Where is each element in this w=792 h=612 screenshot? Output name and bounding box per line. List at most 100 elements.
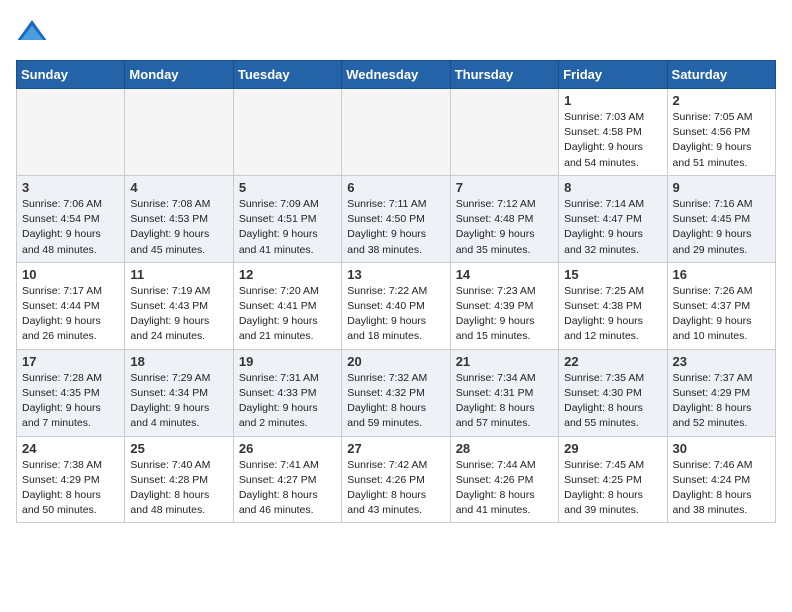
day-cell-22: 22 Sunrise: 7:35 AM Sunset: 4:30 PM Dayli…	[559, 349, 667, 436]
day-header-wednesday: Wednesday	[342, 61, 450, 89]
day-cell-28: 28 Sunrise: 7:44 AM Sunset: 4:26 PM Dayli…	[450, 436, 558, 523]
day-number-12: 12	[239, 267, 336, 282]
day-cell-15: 15 Sunrise: 7:25 AM Sunset: 4:38 PM Dayli…	[559, 262, 667, 349]
day-cell-23: 23 Sunrise: 7:37 AM Sunset: 4:29 PM Dayli…	[667, 349, 775, 436]
day-number-30: 30	[673, 441, 770, 456]
day-cell-27: 27 Sunrise: 7:42 AM Sunset: 4:26 PM Dayli…	[342, 436, 450, 523]
day-cell-5: 5 Sunrise: 7:09 AM Sunset: 4:51 PM Daylig…	[233, 175, 341, 262]
day-info-15: Sunrise: 7:25 AM Sunset: 4:38 PM Dayligh…	[564, 284, 661, 345]
day-cell-25: 25 Sunrise: 7:40 AM Sunset: 4:28 PM Dayli…	[125, 436, 233, 523]
calendar-header-row: SundayMondayTuesdayWednesdayThursdayFrid…	[17, 61, 776, 89]
day-cell-29: 29 Sunrise: 7:45 AM Sunset: 4:25 PM Dayli…	[559, 436, 667, 523]
day-info-13: Sunrise: 7:22 AM Sunset: 4:40 PM Dayligh…	[347, 284, 444, 345]
day-header-sunday: Sunday	[17, 61, 125, 89]
day-cell-12: 12 Sunrise: 7:20 AM Sunset: 4:41 PM Dayli…	[233, 262, 341, 349]
day-info-9: Sunrise: 7:16 AM Sunset: 4:45 PM Dayligh…	[673, 197, 770, 258]
day-info-6: Sunrise: 7:11 AM Sunset: 4:50 PM Dayligh…	[347, 197, 444, 258]
day-number-14: 14	[456, 267, 553, 282]
day-cell-3: 3Sunrise: 7:06 AM Sunset: 4:54 PM Daylig…	[17, 175, 125, 262]
day-number-19: 19	[239, 354, 336, 369]
day-cell-11: 11 Sunrise: 7:19 AM Sunset: 4:43 PM Dayli…	[125, 262, 233, 349]
week-row-5: 24Sunrise: 7:38 AM Sunset: 4:29 PM Dayli…	[17, 436, 776, 523]
day-info-26: Sunrise: 7:41 AM Sunset: 4:27 PM Dayligh…	[239, 458, 336, 519]
day-info-21: Sunrise: 7:34 AM Sunset: 4:31 PM Dayligh…	[456, 371, 553, 432]
day-info-10: Sunrise: 7:17 AM Sunset: 4:44 PM Dayligh…	[22, 284, 119, 345]
logo	[16, 16, 52, 48]
day-info-23: Sunrise: 7:37 AM Sunset: 4:29 PM Dayligh…	[673, 371, 770, 432]
day-cell-30: 30 Sunrise: 7:46 AM Sunset: 4:24 PM Dayli…	[667, 436, 775, 523]
day-header-monday: Monday	[125, 61, 233, 89]
day-info-18: Sunrise: 7:29 AM Sunset: 4:34 PM Dayligh…	[130, 371, 227, 432]
day-cell-18: 18 Sunrise: 7:29 AM Sunset: 4:34 PM Dayli…	[125, 349, 233, 436]
day-number-21: 21	[456, 354, 553, 369]
week-row-1: 1Sunrise: 7:03 AM Sunset: 4:58 PM Daylig…	[17, 89, 776, 176]
day-cell-7: 7 Sunrise: 7:12 AM Sunset: 4:48 PM Daylig…	[450, 175, 558, 262]
day-cell-6: 6 Sunrise: 7:11 AM Sunset: 4:50 PM Daylig…	[342, 175, 450, 262]
day-cell-24: 24Sunrise: 7:38 AM Sunset: 4:29 PM Dayli…	[17, 436, 125, 523]
day-header-tuesday: Tuesday	[233, 61, 341, 89]
day-cell-20: 20Sunrise: 7:32 AM Sunset: 4:32 PM Dayli…	[342, 349, 450, 436]
day-cell-9: 9 Sunrise: 7:16 AM Sunset: 4:45 PM Daylig…	[667, 175, 775, 262]
day-number-5: 5	[239, 180, 336, 195]
day-number-18: 18	[130, 354, 227, 369]
day-header-thursday: Thursday	[450, 61, 558, 89]
day-number-26: 26	[239, 441, 336, 456]
day-info-29: Sunrise: 7:45 AM Sunset: 4:25 PM Dayligh…	[564, 458, 661, 519]
week-row-2: 3Sunrise: 7:06 AM Sunset: 4:54 PM Daylig…	[17, 175, 776, 262]
day-info-12: Sunrise: 7:20 AM Sunset: 4:41 PM Dayligh…	[239, 284, 336, 345]
day-number-29: 29	[564, 441, 661, 456]
day-number-7: 7	[456, 180, 553, 195]
day-info-7: Sunrise: 7:12 AM Sunset: 4:48 PM Dayligh…	[456, 197, 553, 258]
week-row-4: 17Sunrise: 7:28 AM Sunset: 4:35 PM Dayli…	[17, 349, 776, 436]
day-number-15: 15	[564, 267, 661, 282]
day-cell-10: 10 Sunrise: 7:17 AM Sunset: 4:44 PM Dayli…	[17, 262, 125, 349]
day-info-22: Sunrise: 7:35 AM Sunset: 4:30 PM Dayligh…	[564, 371, 661, 432]
day-info-30: Sunrise: 7:46 AM Sunset: 4:24 PM Dayligh…	[673, 458, 770, 519]
empty-cell	[450, 89, 558, 176]
day-cell-21: 21 Sunrise: 7:34 AM Sunset: 4:31 PM Dayli…	[450, 349, 558, 436]
day-info-25: Sunrise: 7:40 AM Sunset: 4:28 PM Dayligh…	[130, 458, 227, 519]
day-info-27: Sunrise: 7:42 AM Sunset: 4:26 PM Dayligh…	[347, 458, 444, 519]
day-number-8: 8	[564, 180, 661, 195]
day-info-16: Sunrise: 7:26 AM Sunset: 4:37 PM Dayligh…	[673, 284, 770, 345]
day-info-3: Sunrise: 7:06 AM Sunset: 4:54 PM Dayligh…	[22, 197, 119, 258]
day-number-25: 25	[130, 441, 227, 456]
empty-cell	[17, 89, 125, 176]
day-number-24: 24	[22, 441, 119, 456]
day-number-22: 22	[564, 354, 661, 369]
day-cell-19: 19Sunrise: 7:31 AM Sunset: 4:33 PM Dayli…	[233, 349, 341, 436]
day-cell-13: 13 Sunrise: 7:22 AM Sunset: 4:40 PM Dayli…	[342, 262, 450, 349]
calendar: SundayMondayTuesdayWednesdayThursdayFrid…	[16, 60, 776, 523]
day-number-6: 6	[347, 180, 444, 195]
day-number-28: 28	[456, 441, 553, 456]
day-cell-17: 17Sunrise: 7:28 AM Sunset: 4:35 PM Dayli…	[17, 349, 125, 436]
header	[16, 16, 776, 48]
day-cell-16: 16 Sunrise: 7:26 AM Sunset: 4:37 PM Dayli…	[667, 262, 775, 349]
day-info-17: Sunrise: 7:28 AM Sunset: 4:35 PM Dayligh…	[22, 371, 119, 432]
day-number-20: 20	[347, 354, 444, 369]
day-number-13: 13	[347, 267, 444, 282]
day-cell-4: 4 Sunrise: 7:08 AM Sunset: 4:53 PM Daylig…	[125, 175, 233, 262]
day-number-2: 2	[673, 93, 770, 108]
day-number-9: 9	[673, 180, 770, 195]
day-number-10: 10	[22, 267, 119, 282]
empty-cell	[233, 89, 341, 176]
day-info-4: Sunrise: 7:08 AM Sunset: 4:53 PM Dayligh…	[130, 197, 227, 258]
day-info-11: Sunrise: 7:19 AM Sunset: 4:43 PM Dayligh…	[130, 284, 227, 345]
day-number-16: 16	[673, 267, 770, 282]
day-cell-1: 1Sunrise: 7:03 AM Sunset: 4:58 PM Daylig…	[559, 89, 667, 176]
day-info-28: Sunrise: 7:44 AM Sunset: 4:26 PM Dayligh…	[456, 458, 553, 519]
empty-cell	[125, 89, 233, 176]
day-cell-8: 8 Sunrise: 7:14 AM Sunset: 4:47 PM Daylig…	[559, 175, 667, 262]
day-number-23: 23	[673, 354, 770, 369]
day-number-11: 11	[130, 267, 227, 282]
empty-cell	[342, 89, 450, 176]
day-info-1: Sunrise: 7:03 AM Sunset: 4:58 PM Dayligh…	[564, 110, 661, 171]
day-cell-2: 2 Sunrise: 7:05 AM Sunset: 4:56 PM Daylig…	[667, 89, 775, 176]
day-info-8: Sunrise: 7:14 AM Sunset: 4:47 PM Dayligh…	[564, 197, 661, 258]
day-info-14: Sunrise: 7:23 AM Sunset: 4:39 PM Dayligh…	[456, 284, 553, 345]
day-number-27: 27	[347, 441, 444, 456]
day-info-5: Sunrise: 7:09 AM Sunset: 4:51 PM Dayligh…	[239, 197, 336, 258]
day-number-4: 4	[130, 180, 227, 195]
day-info-2: Sunrise: 7:05 AM Sunset: 4:56 PM Dayligh…	[673, 110, 770, 171]
